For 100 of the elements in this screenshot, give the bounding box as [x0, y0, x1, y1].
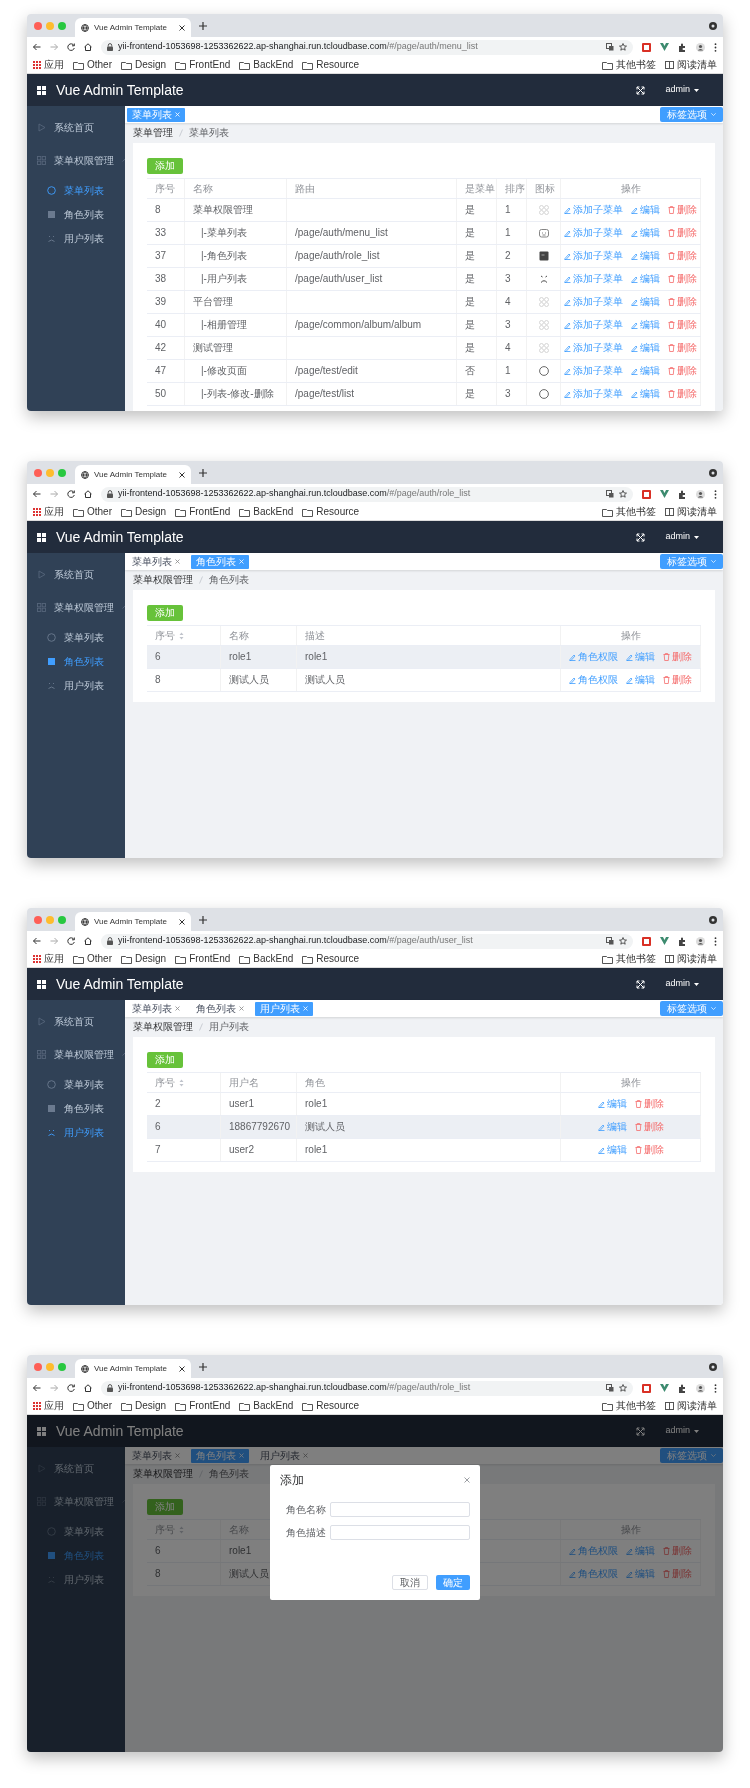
menu-item[interactable]: 系统首页 — [27, 1006, 125, 1036]
more-icon[interactable] — [714, 936, 717, 946]
delete-link[interactable]: 删除 — [663, 675, 692, 685]
edit-link[interactable]: 添加子菜单 — [564, 228, 623, 238]
puzzle-icon[interactable] — [678, 936, 687, 946]
add-button[interactable]: 添加 — [147, 605, 183, 621]
bookmark[interactable]: 应用 — [33, 954, 64, 964]
edit-link[interactable]: 添加子菜单 — [564, 297, 623, 307]
bookmark[interactable]: 阅读清单 — [665, 954, 717, 964]
menu-item[interactable]: 角色列表 — [27, 1096, 125, 1120]
grid-icon[interactable] — [37, 532, 46, 542]
edit-link[interactable]: 编辑 — [631, 274, 660, 284]
tag[interactable]: 菜单列表 — [127, 107, 185, 122]
cancel-button[interactable]: 取消 — [392, 1575, 428, 1590]
close-icon[interactable] — [179, 24, 185, 31]
close-icon[interactable] — [179, 471, 185, 478]
address-bar[interactable]: yii-frontend-1053698-1253362622.ap-shanghai.run.tcloudbase.com/#/page/auth/menu_list — [101, 39, 633, 55]
bookmark[interactable]: 其他书签 — [602, 954, 656, 964]
edit-link[interactable]: 添加子菜单 — [564, 205, 623, 215]
edit-link[interactable]: 编辑 — [626, 652, 655, 662]
star-icon[interactable] — [619, 490, 627, 498]
reload-icon[interactable] — [67, 937, 75, 945]
bookmark[interactable]: Other — [73, 60, 112, 70]
menu-item[interactable]: 角色列表 — [27, 649, 125, 673]
edit-link[interactable]: 编辑 — [597, 1145, 627, 1155]
edit-link[interactable]: 编辑 — [626, 675, 655, 685]
bookmark[interactable]: FrontEnd — [175, 1401, 231, 1411]
star-icon[interactable] — [619, 43, 627, 51]
bookmark[interactable]: 其他书签 — [602, 60, 656, 70]
browser-tab[interactable]: Vue Admin Template — [75, 912, 191, 931]
delete-link[interactable]: 删除 — [668, 205, 697, 215]
delete-link[interactable]: 删除 — [634, 1145, 664, 1155]
bookmark[interactable]: 阅读清单 — [665, 507, 717, 517]
vue-extension-icon[interactable] — [660, 490, 669, 498]
browser-tab[interactable]: Vue Admin Template — [75, 465, 191, 484]
account-icon[interactable] — [696, 1383, 705, 1393]
vue-extension-icon[interactable] — [660, 1384, 669, 1392]
user-menu[interactable]: admin — [665, 530, 699, 544]
account-icon[interactable] — [696, 936, 705, 946]
menu-item[interactable]: 用户列表 — [27, 1120, 125, 1144]
close-icon[interactable] — [179, 918, 185, 925]
translate-icon[interactable] — [606, 490, 614, 498]
delete-link[interactable]: 删除 — [668, 389, 697, 399]
bookmark[interactable]: Design — [121, 954, 167, 964]
back-icon[interactable] — [33, 937, 41, 945]
add-button[interactable]: 添加 — [147, 158, 183, 174]
edit-link[interactable]: 编辑 — [626, 1569, 655, 1579]
delete-link[interactable]: 删除 — [668, 343, 697, 353]
menu-item[interactable]: 系统首页 — [27, 112, 125, 142]
tag[interactable]: 角色列表 — [191, 554, 249, 569]
breadcrumb-item[interactable]: 菜单权限管理 — [133, 1469, 193, 1479]
tags-options-button[interactable]: 标签选项 — [660, 554, 723, 569]
edit-link[interactable]: 添加子菜单 — [564, 389, 623, 399]
bookmark[interactable]: Resource — [302, 60, 360, 70]
puzzle-icon[interactable] — [678, 1383, 687, 1393]
account-icon[interactable] — [696, 42, 705, 52]
delete-link[interactable]: 删除 — [668, 366, 697, 376]
bookmark[interactable]: Resource — [302, 1401, 360, 1411]
delete-link[interactable]: 删除 — [634, 1099, 664, 1109]
confirm-button[interactable]: 确定 — [436, 1575, 470, 1590]
back-icon[interactable] — [33, 1384, 41, 1392]
new-tab-icon[interactable] — [199, 21, 207, 30]
tag[interactable]: 角色列表 — [191, 1448, 249, 1463]
menu-item[interactable]: 菜单列表 — [27, 178, 125, 202]
new-tab-icon[interactable] — [199, 1362, 207, 1371]
edit-link[interactable]: 编辑 — [631, 389, 660, 399]
bookmark[interactable]: BackEnd — [239, 954, 294, 964]
account-icon[interactable] — [696, 489, 705, 499]
home-icon[interactable] — [84, 1384, 92, 1392]
edit-link[interactable]: 添加子菜单 — [564, 343, 623, 353]
translate-icon[interactable] — [606, 937, 614, 945]
bookmark[interactable]: Other — [73, 1401, 112, 1411]
delete-link[interactable]: 删除 — [663, 1546, 692, 1556]
tag[interactable]: 用户列表 — [255, 1001, 313, 1016]
extension-icon[interactable] — [642, 1383, 651, 1393]
bookmark[interactable]: 应用 — [33, 507, 64, 517]
edit-link[interactable]: 编辑 — [597, 1099, 627, 1109]
address-bar[interactable]: yii-frontend-1053698-1253362622.ap-shanghai.run.tcloudbase.com/#/page/auth/role_list — [101, 1380, 633, 1396]
vue-extension-icon[interactable] — [660, 43, 669, 51]
edit-link[interactable]: 编辑 — [631, 366, 660, 376]
reload-icon[interactable] — [67, 1384, 75, 1392]
user-menu[interactable]: admin — [665, 83, 699, 97]
bookmark[interactable]: BackEnd — [239, 60, 294, 70]
bookmark[interactable]: 其他书签 — [602, 507, 656, 517]
edit-link[interactable]: 编辑 — [626, 1546, 655, 1556]
edit-link[interactable]: 编辑 — [631, 343, 660, 353]
translate-icon[interactable] — [606, 43, 614, 51]
delete-link[interactable]: 删除 — [663, 1569, 692, 1579]
input-field[interactable] — [330, 1502, 470, 1517]
puzzle-icon[interactable] — [678, 489, 687, 499]
browser-tab[interactable]: Vue Admin Template — [75, 18, 191, 37]
user-menu[interactable]: admin — [665, 977, 699, 991]
edit-link[interactable]: 角色权限 — [569, 1546, 618, 1556]
delete-link[interactable]: 删除 — [668, 274, 697, 284]
delete-link[interactable]: 删除 — [668, 228, 697, 238]
more-icon[interactable] — [714, 1383, 717, 1393]
delete-link[interactable]: 删除 — [668, 297, 697, 307]
edit-link[interactable]: 编辑 — [631, 320, 660, 330]
edit-link[interactable]: 编辑 — [597, 1122, 627, 1132]
bookmark[interactable]: FrontEnd — [175, 60, 231, 70]
